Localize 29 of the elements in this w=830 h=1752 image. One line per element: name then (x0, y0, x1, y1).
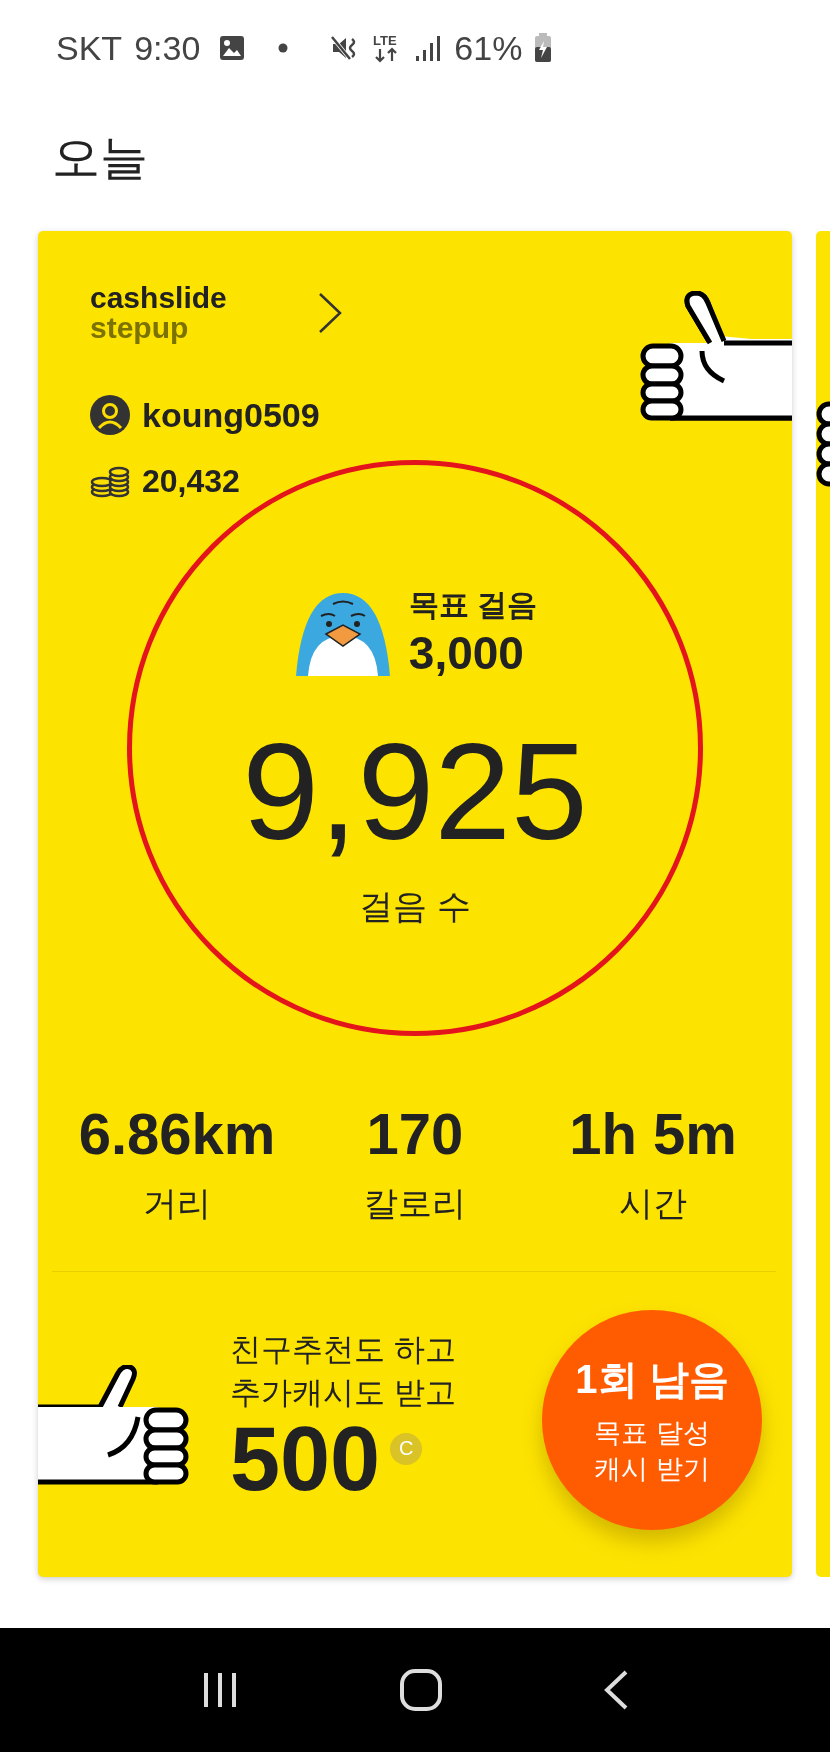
coins-icon (90, 465, 130, 498)
stat-label: 거리 (143, 1183, 211, 1224)
stat-label: 시간 (619, 1183, 687, 1224)
step-count-label: 걸음 수 (359, 886, 471, 927)
stat-value: 170 (366, 1100, 464, 1167)
dot-icon (278, 43, 289, 53)
username: koung0509 (142, 395, 320, 435)
stat-value: 6.86km (78, 1100, 276, 1167)
user-icon (90, 395, 130, 435)
battery-percent: 61% (454, 28, 523, 68)
page-title: 오늘 (51, 130, 149, 186)
reward-amount: 500 (230, 1413, 381, 1504)
image-icon (218, 34, 247, 62)
stat-label: 칼로리 (364, 1183, 466, 1224)
battery-charging-icon (534, 33, 553, 63)
step-count: 9,925 (242, 722, 588, 860)
step-card[interactable]: cashslide stepup koung0509 20,432 목표 걸음 3,000 9,925 걸음 수 6.86km 거리 170 칼로리 1h 5m 시간 친구추천도 하고 추가캐시도 받고 500 C 1회 남음 목표 달성 캐시 받기 (38, 231, 792, 1577)
carrier: SKT (56, 28, 123, 68)
signal-icon (414, 34, 443, 62)
promo-text: 추가캐시도 받고 (230, 1373, 456, 1412)
brand-logo[interactable]: cashslide stepup (90, 283, 227, 343)
goal-label: 목표 걸음 (408, 587, 538, 623)
points-balance: 20,432 (142, 463, 240, 500)
promo-text: 친구추천도 하고 (230, 1330, 456, 1369)
stat-value: 1h 5m (569, 1100, 737, 1167)
home-icon[interactable] (399, 1668, 443, 1712)
goal-value: 3,000 (408, 626, 525, 680)
cash-coin: C (390, 1432, 423, 1465)
clock: 9:30 (134, 28, 201, 68)
